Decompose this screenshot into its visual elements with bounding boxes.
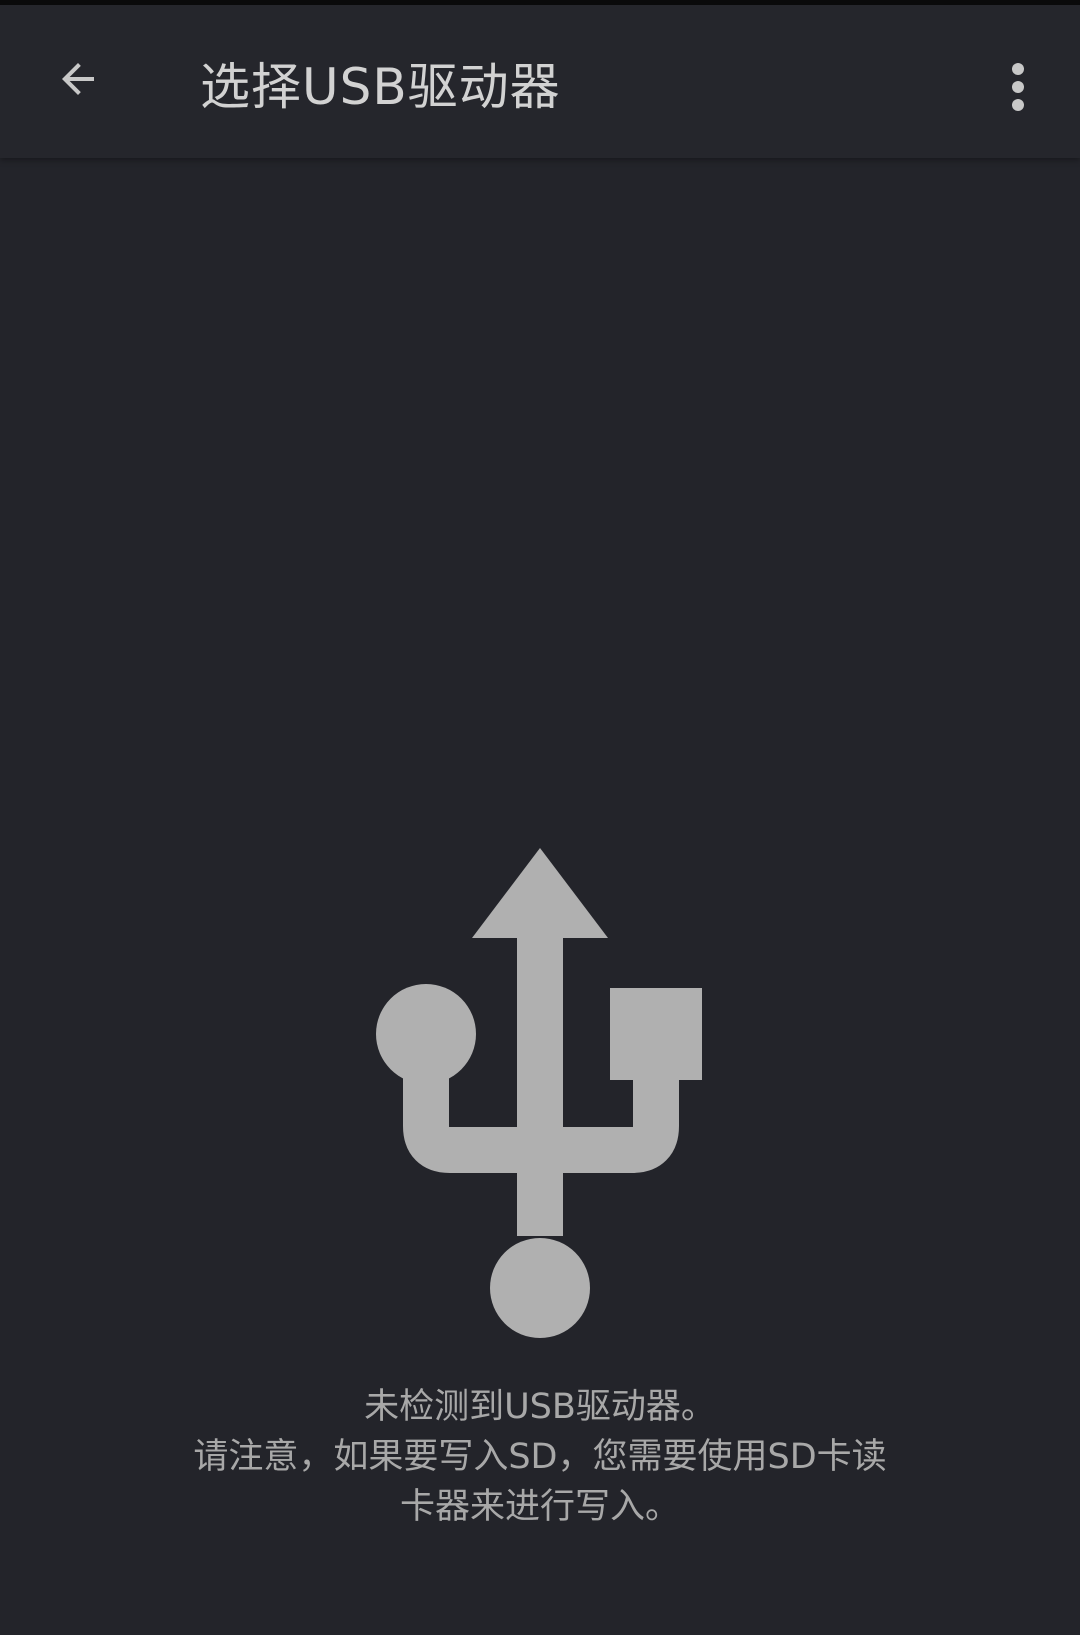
empty-state-line-2: 请注意，如果要写入SD，您需要使用SD卡读 xyxy=(193,1437,887,1477)
back-button[interactable] xyxy=(40,41,116,117)
more-vert-icon xyxy=(1012,63,1024,111)
app-bar: 选择USB驱动器 xyxy=(0,5,1080,158)
usb-icon xyxy=(376,848,702,1338)
empty-state-line-3: 卡器来进行写入。 xyxy=(399,1487,680,1527)
arrow-back-icon xyxy=(62,63,94,95)
screen: 选择USB驱动器 未检测到USB驱动器。 请注意，如果要写入SD，您需要使用SD… xyxy=(0,0,1080,1635)
page-title: 选择USB驱动器 xyxy=(200,58,561,116)
empty-state-message: 未检测到USB驱动器。 请注意，如果要写入SD，您需要使用SD卡读 卡器来进行写… xyxy=(140,1382,940,1532)
overflow-menu-button[interactable] xyxy=(980,49,1056,125)
empty-state-line-1: 未检测到USB驱动器。 xyxy=(364,1387,716,1427)
